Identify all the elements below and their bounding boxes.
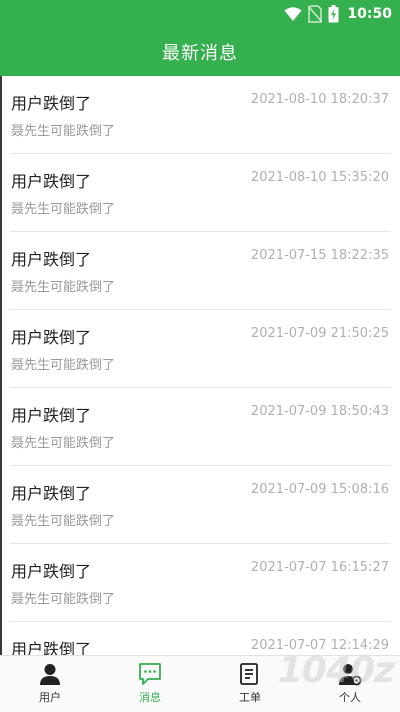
message-item[interactable]: 用户跌倒了 2021-07-09 15:08:16 聂先生可能跌倒了 (10, 466, 391, 544)
message-time: 2021-08-10 18:20:37 (250, 92, 389, 107)
message-item[interactable]: 用户跌倒了 2021-07-09 18:50:43 聂先生可能跌倒了 (10, 388, 391, 466)
message-item[interactable]: 用户跌倒了 2021-08-10 15:35:20 聂先生可能跌倒了 (10, 154, 391, 232)
message-list[interactable]: 用户跌倒了 2021-08-10 18:20:37 聂先生可能跌倒了 用户跌倒了… (0, 76, 400, 655)
message-item[interactable]: 用户跌倒了 2021-08-10 18:20:37 聂先生可能跌倒了 (10, 76, 391, 154)
app-header: 最新消息 (0, 28, 400, 76)
nav-label: 消息 (139, 691, 161, 704)
message-title: 用户跌倒了 (11, 94, 92, 113)
message-title: 用户跌倒了 (11, 484, 92, 503)
message-title: 用户跌倒了 (11, 640, 92, 655)
battery-charging-icon (328, 5, 339, 23)
message-body: 聂先生可能跌倒了 (11, 436, 116, 451)
nav-label: 个人 (339, 691, 361, 704)
message-title: 用户跌倒了 (11, 406, 92, 425)
site-watermark: 1040z (277, 650, 395, 691)
work-order-icon (240, 663, 258, 685)
nav-tab-users[interactable]: 用户 (0, 656, 100, 712)
message-item[interactable]: 用户跌倒了 2021-07-07 16:15:27 聂先生可能跌倒了 (10, 544, 391, 622)
status-icons: 10:50 (284, 4, 392, 24)
message-title: 用户跌倒了 (11, 172, 92, 191)
message-icon (139, 663, 161, 685)
user-icon (40, 664, 60, 685)
message-title: 用户跌倒了 (11, 562, 92, 581)
message-title: 用户跌倒了 (11, 328, 92, 347)
message-time: 2021-07-07 16:15:27 (250, 560, 389, 575)
message-body: 聂先生可能跌倒了 (11, 514, 116, 529)
page-title: 最新消息 (162, 43, 238, 64)
message-body: 聂先生可能跌倒了 (11, 202, 116, 217)
no-sim-icon (308, 5, 323, 23)
status-time: 10:50 (347, 6, 392, 22)
nav-label: 工单 (239, 691, 261, 704)
message-body: 聂先生可能跌倒了 (11, 124, 116, 139)
message-item[interactable]: 用户跌倒了 2021-07-09 21:50:25 聂先生可能跌倒了 (10, 310, 391, 388)
message-item[interactable]: 用户跌倒了 2021-07-15 18:22:35 聂先生可能跌倒了 (10, 232, 391, 310)
message-time: 2021-07-09 15:08:16 (250, 482, 389, 497)
message-body: 聂先生可能跌倒了 (11, 280, 116, 295)
message-time: 2021-07-15 18:22:35 (250, 248, 389, 263)
nav-tab-messages[interactable]: 消息 (100, 656, 200, 712)
message-time: 2021-07-09 21:50:25 (250, 326, 389, 341)
message-body: 聂先生可能跌倒了 (11, 358, 116, 373)
message-time: 2021-08-10 15:35:20 (250, 170, 389, 185)
message-time: 2021-07-09 18:50:43 (250, 404, 389, 419)
message-title: 用户跌倒了 (11, 250, 92, 269)
message-body: 聂先生可能跌倒了 (11, 592, 116, 607)
nav-label: 用户 (39, 691, 61, 704)
wifi-icon (284, 7, 302, 21)
status-bar: 10:50 (0, 0, 400, 28)
